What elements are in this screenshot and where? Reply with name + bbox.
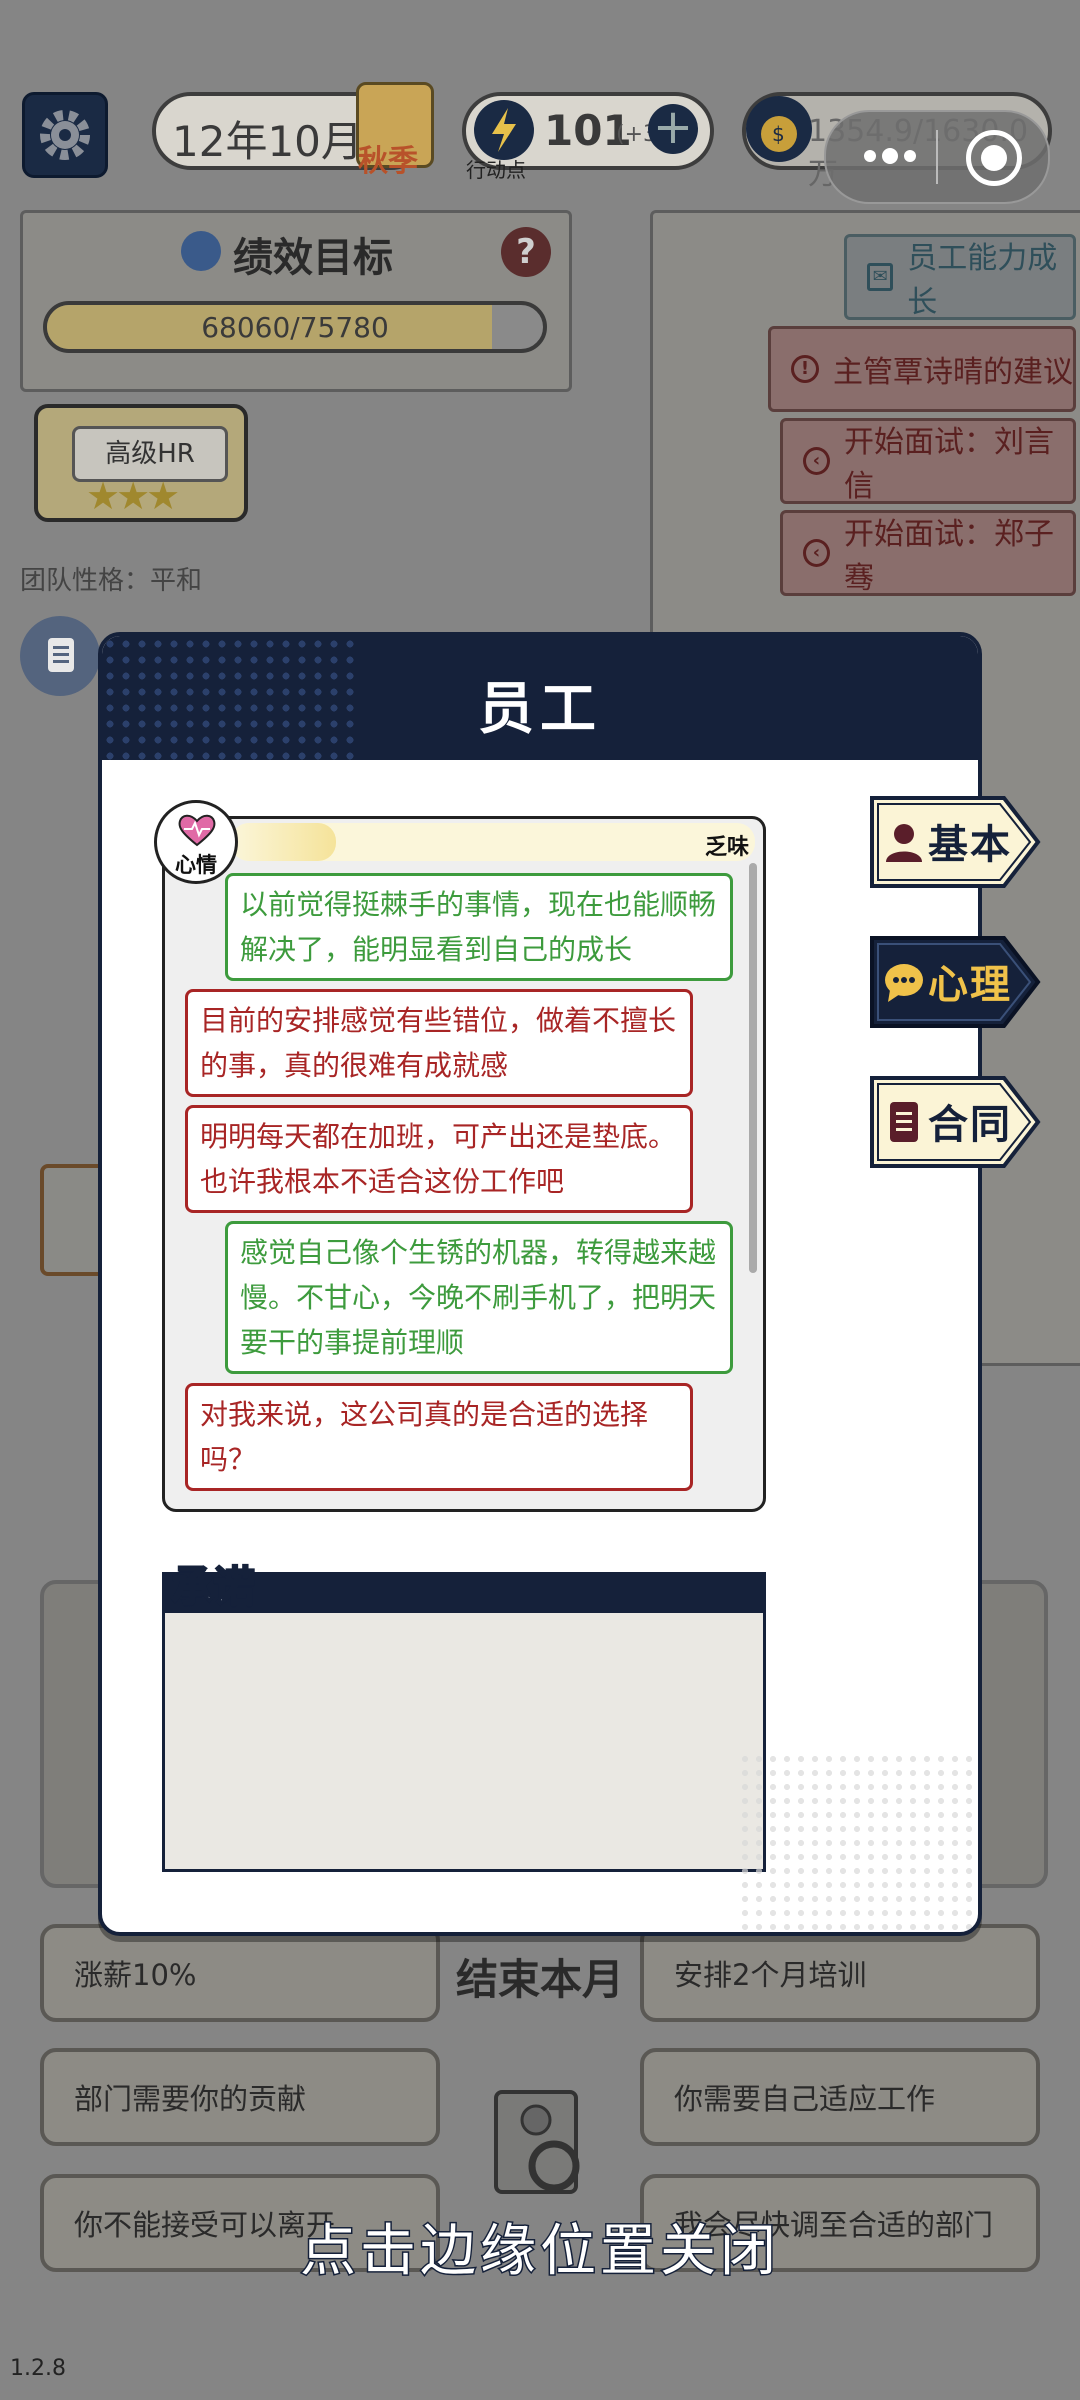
speech-bubble-icon	[885, 964, 923, 1002]
goal-progress-bar: 68060/75780	[43, 301, 547, 353]
goal-panel: 绩效目标 ? 68060/75780	[20, 210, 572, 392]
modal-header: 员工	[102, 636, 978, 760]
promise-panel: 承诺	[162, 1561, 766, 1872]
rank-badge[interactable]: 高级HR ★★★	[34, 404, 258, 528]
mood-badge: 心情	[154, 800, 238, 884]
money-bag-icon: $	[746, 96, 812, 162]
thought-message-0: 以前觉得挺棘手的事情，现在也能顺畅解决了，能明显看到自己的成长	[225, 873, 733, 981]
lightning-icon	[474, 100, 534, 160]
mood-label: 心情	[175, 853, 217, 877]
option-left-1[interactable]: 部门需要你的贡献	[40, 2048, 440, 2146]
tab-psychology[interactable]: 心理	[868, 934, 1042, 1030]
mood-state: 乏味	[704, 835, 749, 860]
mood-bar-fill	[231, 823, 336, 861]
task-item-3[interactable]: ‹ 开始面试：郑子骞	[780, 510, 1076, 596]
option-right-0[interactable]: 安排2个月培训	[640, 1924, 1040, 2022]
tab-basic-label: 基本	[928, 822, 1012, 868]
person-icon	[886, 824, 922, 862]
promise-title: 承诺	[170, 1561, 256, 1612]
contract-icon	[890, 1102, 918, 1142]
heart-icon	[178, 814, 216, 847]
chevron-left-icon: ‹	[803, 539, 830, 567]
end-month-button[interactable]: 结束本月	[440, 1940, 640, 2020]
thought-message-4: 对我来说，这公司真的是合适的选择吗？	[185, 1383, 693, 1491]
thought-message-1: 目前的安排感觉有些错位，做着不擅长的事，真的很难有成就感	[185, 989, 693, 1097]
miniprogram-capsule	[824, 110, 1050, 204]
tab-psychology-label: 心理	[928, 962, 1012, 1008]
date-text: 12年10月	[172, 117, 363, 166]
mail-icon: ✉	[867, 263, 894, 291]
employee-modal: 员工 乏味 以前觉得挺棘手的事情，现在也能顺畅解决了，能明显看到自己的成长 目前…	[98, 632, 982, 1936]
option-right-1[interactable]: 你需要自己适应工作	[640, 2048, 1040, 2146]
target-icon	[181, 231, 221, 271]
alert-icon: !	[791, 355, 819, 383]
settings-button[interactable]	[22, 92, 108, 178]
tab-contract[interactable]: 合同	[868, 1074, 1042, 1170]
goal-help-button[interactable]: ?	[501, 227, 551, 277]
close-miniprogram-button[interactable]	[966, 130, 1022, 186]
more-menu-button[interactable]	[856, 140, 926, 174]
document-icon	[48, 638, 74, 672]
tab-basic[interactable]: 基本	[868, 794, 1042, 890]
close-hint: 点击边缘位置关闭	[299, 2218, 780, 2286]
tab-contract-label: 合同	[928, 1102, 1012, 1148]
version-label: 1.2.8	[10, 2356, 66, 2381]
task-item-0[interactable]: ✉ 员工能力成长	[844, 234, 1076, 320]
log-button[interactable]	[20, 616, 100, 696]
recruit-icon[interactable]	[476, 2080, 606, 2210]
thought-message-2: 明明每天都在加班，可产出还是垫底。也许我根本不适合这份工作吧	[185, 1105, 693, 1213]
thought-message-3: 感觉自己像个生锈的机器，转得越来越慢。不甘心，今晚不刷手机了，把明天要干的事提前…	[225, 1221, 733, 1374]
option-left-0[interactable]: 涨薪10%	[40, 1924, 440, 2022]
gear-icon	[40, 110, 90, 160]
rank-stars: ★★★	[86, 474, 180, 518]
task-label-3: 开始面试：郑子骞	[844, 517, 1054, 596]
task-item-2[interactable]: ‹ 开始面试：刘言信	[780, 418, 1076, 504]
mood-bar: 乏味	[231, 823, 755, 861]
task-label-0: 员工能力成长	[907, 241, 1058, 320]
task-label-1: 主管覃诗晴的建议	[833, 355, 1073, 390]
goal-title: 绩效目标	[233, 235, 393, 281]
task-item-1[interactable]: ! 主管覃诗晴的建议	[768, 326, 1076, 412]
thoughts-scrollbar[interactable]	[749, 863, 757, 1273]
action-points-display: 101 (+3 行动点 +	[462, 92, 714, 182]
chevron-left-icon: ‹	[803, 447, 830, 475]
task-label-2: 开始面试：刘言信	[844, 425, 1054, 504]
add-action-points-button[interactable]: +	[648, 103, 698, 154]
season-text: 秋季	[358, 144, 418, 179]
thoughts-panel[interactable]: 乏味 以前觉得挺棘手的事情，现在也能顺畅解决了，能明显看到自己的成长 目前的安排…	[162, 816, 766, 1512]
action-points-label: 行动点	[466, 158, 526, 182]
goal-progress-text: 68060/75780	[201, 311, 389, 344]
team-trait: 团队性格：平和	[20, 566, 203, 596]
modal-title: 员工	[478, 677, 602, 742]
date-display: 12年10月 秋季	[152, 82, 434, 179]
svg-text:$: $	[772, 122, 785, 146]
